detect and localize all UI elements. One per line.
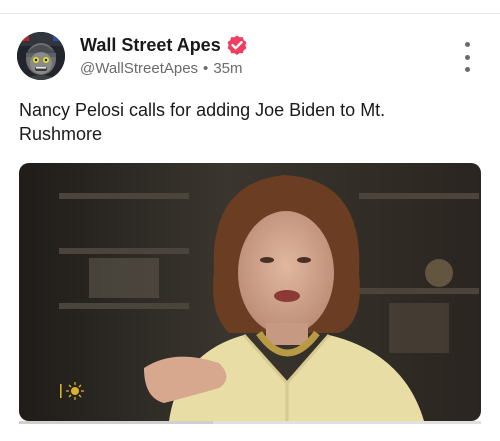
video-frame-image <box>19 163 481 421</box>
meta-separator: • <box>203 60 209 77</box>
post-video[interactable] <box>19 163 481 421</box>
video-progress-bar[interactable] <box>19 421 481 424</box>
post-card: Wall Street Apes @WallStreetApes • 35m Nan… <box>0 0 500 441</box>
avatar[interactable] <box>17 32 65 80</box>
verified-badge-icon <box>225 33 249 57</box>
post-text: Nancy Pelosi calls for adding Joe Biden … <box>19 100 386 144</box>
video-progress-fill <box>19 421 214 424</box>
divider <box>0 13 500 14</box>
more-vertical-icon <box>464 42 470 47</box>
author-handle[interactable]: @WallStreetApes <box>80 60 198 77</box>
post-timestamp[interactable]: 35m <box>213 60 242 77</box>
more-options-button[interactable] <box>455 42 479 72</box>
author-name[interactable]: Wall Street Apes <box>80 35 221 56</box>
author-meta: @WallStreetApes • 35m <box>80 60 243 77</box>
gorilla-avatar-image <box>17 32 65 80</box>
